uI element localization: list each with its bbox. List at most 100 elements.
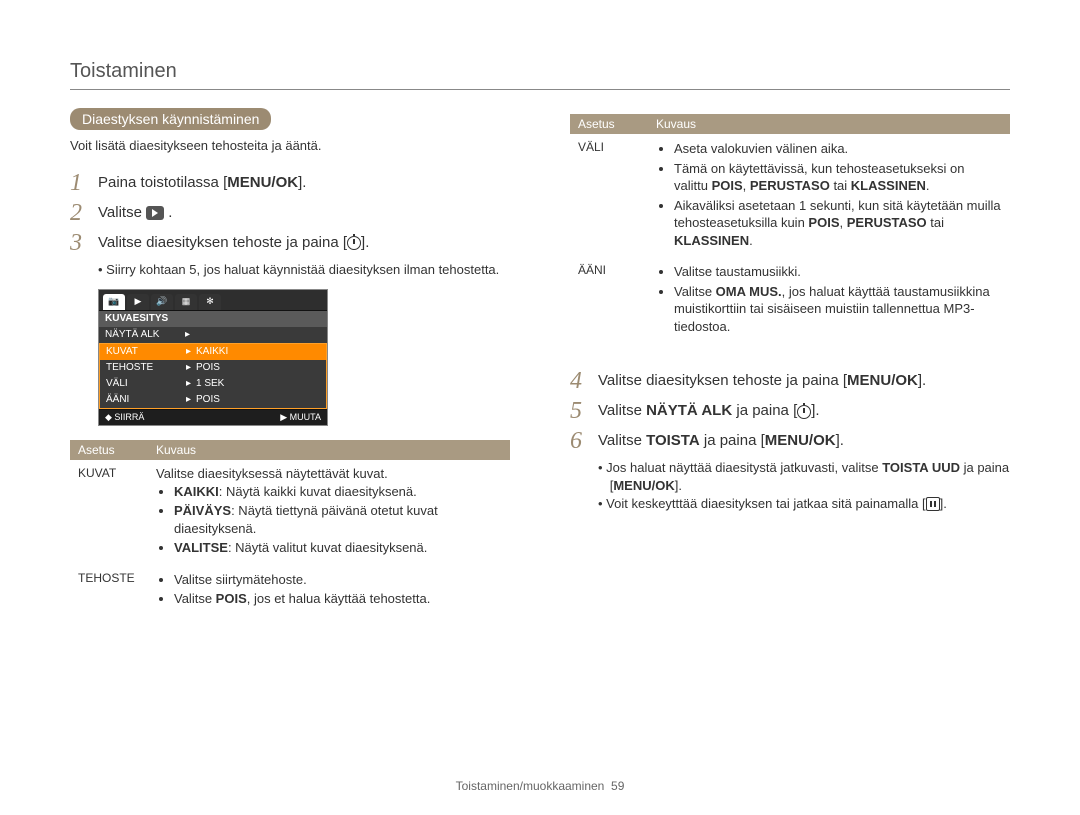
- txt: ,: [840, 215, 847, 230]
- step-text-a: Valitse: [98, 204, 146, 221]
- step-bold: MENU/OK: [227, 174, 298, 191]
- setting-name: ÄÄNI: [570, 257, 648, 343]
- bold: OMA MUS.: [716, 284, 782, 299]
- menu-label: NÄYTÄ ALK: [105, 329, 185, 340]
- step-number: 1: [70, 171, 90, 195]
- step-3-note: Siirry kohtaan 5, jos haluat käynnistää …: [98, 261, 510, 279]
- menu-row-kuvat: KUVAT▸KAIKKI: [100, 344, 326, 360]
- step-5: 5 Valitse NÄYTÄ ALK ja paina [].: [570, 399, 1010, 423]
- footer-section: Toistaminen/muokkaaminen: [456, 779, 605, 793]
- rest: : Näytä valitut kuvat diaesityksenä.: [228, 540, 427, 555]
- setting-name: VÄLI: [570, 134, 648, 257]
- step-text: Valitse NÄYTÄ ALK ja paina [].: [598, 402, 820, 423]
- menu-tab-display-icon: ▦: [175, 294, 197, 310]
- table-header-setting: Asetus: [570, 114, 648, 134]
- step-text: Valitse .: [98, 204, 172, 225]
- page-footer: Toistaminen/muokkaaminen 59: [0, 779, 1080, 793]
- note-bullet: Voit keskeytttää diaesityksen tai jatkaa…: [598, 495, 1010, 513]
- txt: Valitse: [674, 284, 716, 299]
- list-item: Aikaväliksi asetetaan 1 sekunti, kun sit…: [674, 197, 1002, 250]
- play-mode-icon: [146, 206, 164, 220]
- step-3: 3 Valitse diaesityksen tehoste ja paina …: [70, 231, 510, 255]
- bold: KLASSINEN: [851, 178, 926, 193]
- intro-text: Voit lisätä diaesitykseen tehosteita ja …: [70, 138, 510, 153]
- list-item: Aseta valokuvien välinen aika.: [674, 140, 1002, 158]
- bold: KAIKKI: [174, 484, 219, 499]
- txt: .: [749, 233, 753, 248]
- txt: tai: [927, 215, 944, 230]
- timer-icon: [797, 405, 811, 419]
- step-number: 6: [570, 429, 590, 453]
- bold: PERUSTASO: [750, 178, 830, 193]
- list-item: KAIKKI: Näytä kaikki kuvat diaesityksenä…: [174, 483, 502, 501]
- table-row: TEHOSTE Valitse siirtymätehoste. Valitse…: [70, 565, 510, 616]
- bold: PERUSTASO: [847, 215, 927, 230]
- menu-label: KUVAT: [106, 346, 186, 357]
- txt: ja paina [: [732, 402, 797, 419]
- txt: ].: [836, 432, 844, 449]
- step-text-b: ].: [298, 174, 306, 191]
- table-header-setting: Asetus: [70, 440, 148, 460]
- step-text-a: Paina toistotilassa [: [98, 174, 227, 191]
- menu-footer-label: MUUTA: [290, 412, 321, 422]
- bold: POIS: [712, 178, 743, 193]
- txt: Jos haluat näyttää diaesitystä jatkuvast…: [606, 460, 882, 475]
- bold: VALITSE: [174, 540, 228, 555]
- list-item: Valitse taustamusiikki.: [674, 263, 1002, 281]
- bold: POIS: [216, 591, 247, 606]
- table-header-row: Asetus Kuvaus: [570, 114, 1010, 134]
- list-item: Valitse OMA MUS., jos haluat käyttää tau…: [674, 283, 1002, 336]
- menu-row-tehoste: TEHOSTE▸POIS: [100, 360, 326, 376]
- pause-icon: [926, 497, 940, 511]
- left-column: Diaestyksen käynnistäminen Voit lisätä d…: [70, 108, 510, 616]
- table-row: VÄLI Aseta valokuvien välinen aika. Tämä…: [570, 134, 1010, 257]
- table-header-description: Kuvaus: [648, 114, 1010, 134]
- txt: , jos et halua käyttää tehostetta.: [247, 591, 431, 606]
- setting-name: KUVAT: [70, 460, 148, 565]
- step-2: 2 Valitse .: [70, 201, 510, 225]
- menu-value: KAIKKI: [196, 346, 228, 357]
- menu-tab-camera-icon: 📷: [103, 294, 125, 310]
- setting-desc: Valitse siirtymätehoste. Valitse POIS, j…: [148, 565, 510, 616]
- txt: Voit keskeytttää diaesityksen tai jatkaa…: [606, 496, 925, 511]
- menu-footer: ◆ SIIRRÄ ▶ MUUTA: [99, 409, 327, 425]
- table-header-description: Kuvaus: [148, 440, 510, 460]
- txt: Valitse: [174, 591, 216, 606]
- step-text: Valitse TOISTA ja paina [MENU/OK].: [598, 432, 844, 453]
- chevron-right-icon: ▸: [186, 378, 196, 389]
- menu-label: VÄLI: [106, 378, 186, 389]
- bold: MENU/OK: [765, 432, 836, 449]
- list-item: Valitse POIS, jos et halua käyttää tehos…: [174, 590, 502, 608]
- txt: Valitse: [598, 402, 646, 419]
- menu-footer-left: ◆ SIIRRÄ: [105, 412, 144, 423]
- list-item: VALITSE: Näytä valitut kuvat diaesitykse…: [174, 539, 502, 557]
- list-item: Tämä on käytettävissä, kun tehosteasetuk…: [674, 160, 1002, 195]
- menu-highlighted-group: KUVAT▸KAIKKI TEHOSTE▸POIS VÄLI▸1 SEK ÄÄN…: [99, 343, 327, 409]
- rest: : Näytä kaikki kuvat diaesityksenä.: [219, 484, 417, 499]
- table-header-row: Asetus Kuvaus: [70, 440, 510, 460]
- list-item: Valitse siirtymätehoste.: [174, 571, 502, 589]
- setting-desc: Valitse diaesityksessä näytettävät kuvat…: [148, 460, 510, 565]
- txt: ].: [675, 478, 682, 493]
- txt: Valitse diaesityksen tehoste ja paina [: [598, 372, 847, 389]
- txt: tai: [830, 178, 851, 193]
- bold: MENU/OK: [613, 478, 674, 493]
- setting-name: TEHOSTE: [70, 565, 148, 616]
- bold: TOISTA: [646, 432, 700, 449]
- step-4: 4 Valitse diaesityksen tehoste ja paina …: [570, 369, 1010, 393]
- chevron-right-icon: ▸: [186, 362, 196, 373]
- chevron-right-icon: ▸: [185, 329, 195, 340]
- step-text: Valitse diaesityksen tehoste ja paina [M…: [598, 372, 926, 393]
- bold: PÄIVÄYS: [174, 503, 231, 518]
- page-title: Toistaminen: [70, 60, 1010, 90]
- chevron-right-icon: ▸: [186, 394, 196, 405]
- txt: .: [926, 178, 930, 193]
- list-item: PÄIVÄYS: Näytä tiettynä päivänä otetut k…: [174, 502, 502, 537]
- menu-tab-settings-icon: ✻: [199, 294, 221, 310]
- menu-row-start: NÄYTÄ ALK▸: [99, 327, 327, 343]
- menu-row-aani: ÄÄNI▸POIS: [100, 392, 326, 408]
- setting-desc: Aseta valokuvien välinen aika. Tämä on k…: [648, 134, 1010, 257]
- menu-value: POIS: [196, 362, 220, 373]
- bold: MENU/OK: [847, 372, 918, 389]
- footer-page-number: 59: [611, 779, 624, 793]
